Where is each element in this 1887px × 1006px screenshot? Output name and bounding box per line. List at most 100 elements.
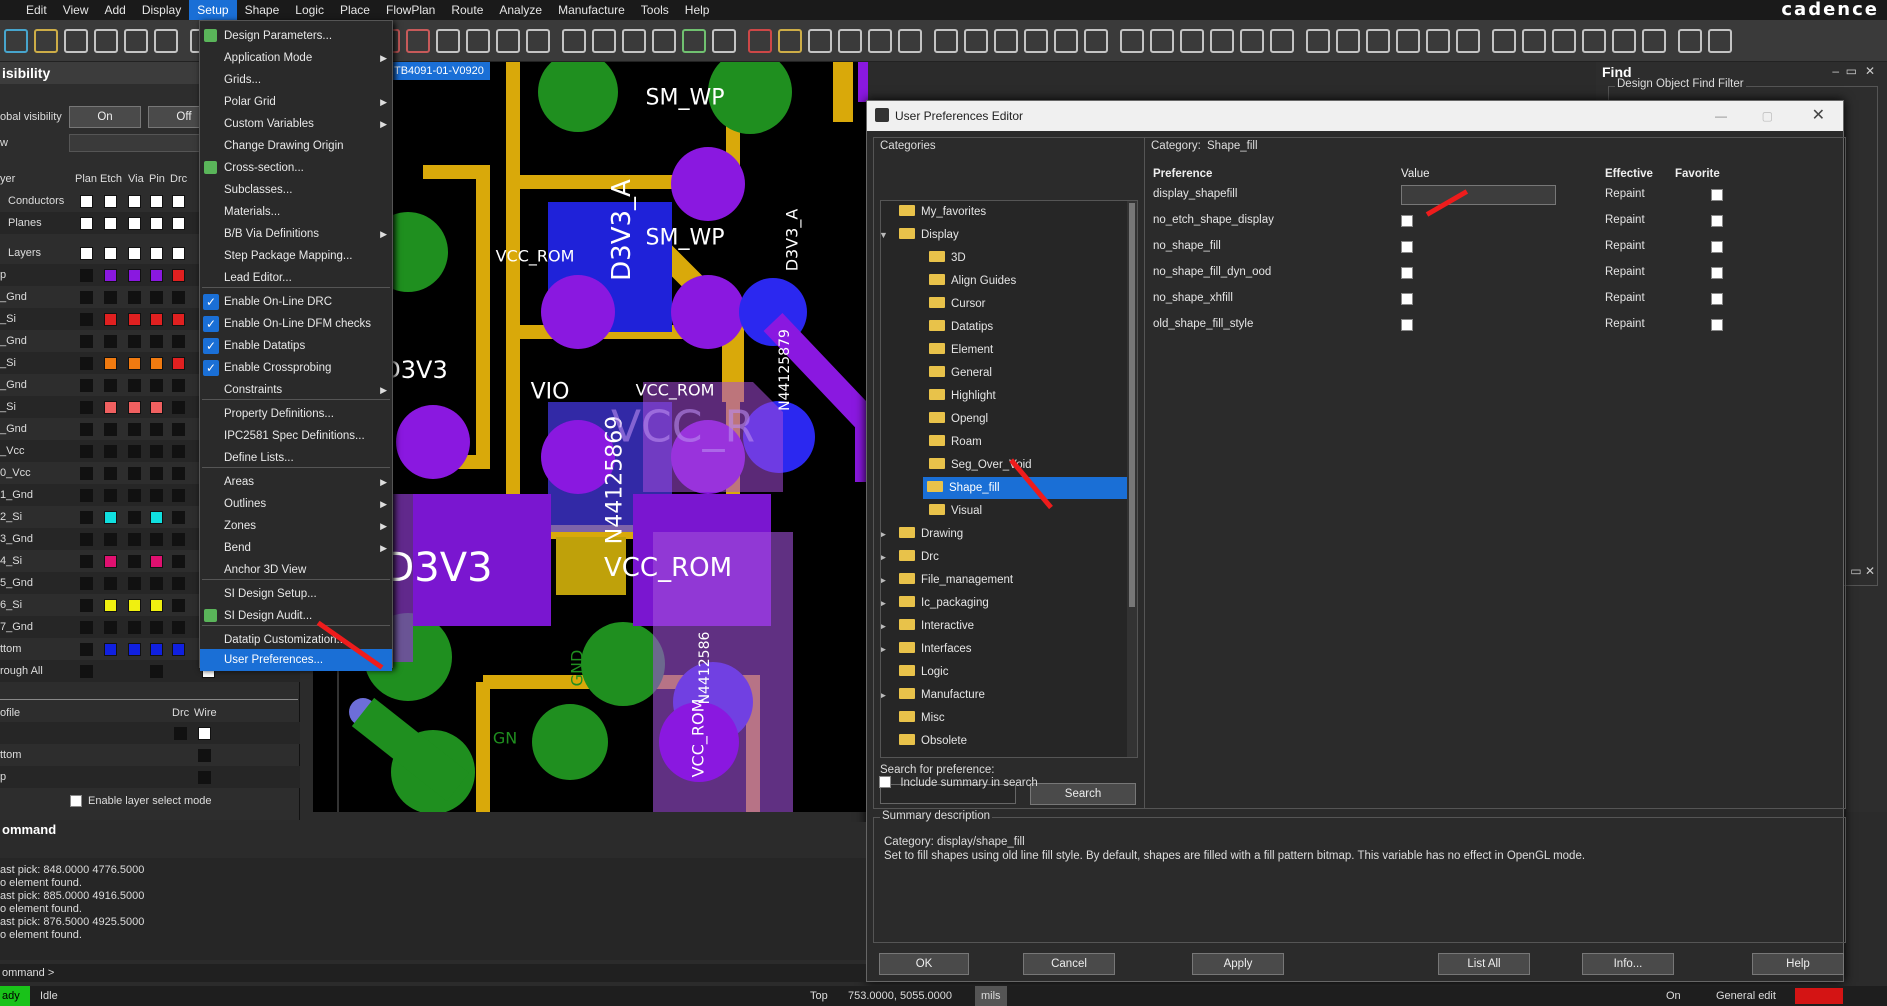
menu-analyze[interactable]: Analyze (491, 0, 550, 20)
setup-menu-item[interactable]: Datatip Customization... (200, 629, 392, 651)
toolbar-tool-icon[interactable] (964, 29, 988, 53)
layer-color-swatch[interactable] (172, 445, 185, 458)
layer-color-swatch[interactable] (150, 555, 163, 568)
layer-color-swatch[interactable] (104, 269, 117, 282)
preference-favorite-checkbox[interactable] (1711, 319, 1723, 331)
toolbar-tool-icon[interactable] (1678, 29, 1702, 53)
setup-menu-item[interactable]: Enable On-Line DRC ✓ (200, 291, 392, 313)
setup-menu-item[interactable]: IPC2581 Spec Definitions... (200, 425, 392, 447)
layer-color-swatch[interactable] (172, 217, 185, 230)
tree-scrollbar-thumb[interactable] (1129, 203, 1135, 607)
preference-value-checkbox[interactable] (1401, 267, 1413, 279)
menu-place[interactable]: Place (332, 0, 378, 20)
layer-color-swatch[interactable] (104, 599, 117, 612)
tree-node[interactable]: Highlight (925, 385, 1125, 407)
expand-arrow-icon[interactable]: ▶ (881, 684, 886, 706)
tree-scrollbar[interactable] (1127, 201, 1137, 757)
layer-color-swatch[interactable] (128, 511, 141, 524)
maximize-icon[interactable]: ▢ (1762, 101, 1773, 131)
layer-color-swatch[interactable] (104, 511, 117, 524)
toolbar-tool-icon[interactable] (562, 29, 586, 53)
menu-display[interactable]: Display (134, 0, 189, 20)
layer-color-swatch[interactable] (150, 511, 163, 524)
layer-color-swatch[interactable] (150, 533, 163, 546)
preference-value-checkbox[interactable] (1401, 293, 1413, 305)
toolbar-tool-icon[interactable] (1240, 29, 1264, 53)
menu-route[interactable]: Route (443, 0, 491, 20)
layer-color-swatch[interactable] (172, 335, 185, 348)
layer-color-swatch[interactable] (150, 423, 163, 436)
setup-menu-item[interactable]: Enable Crossprobing ✓ (200, 357, 392, 379)
layer-color-swatch[interactable] (128, 313, 141, 326)
toolbar-tool-icon[interactable] (466, 29, 490, 53)
layer-color-swatch[interactable] (172, 247, 185, 260)
toolbar-tool-icon[interactable] (1150, 29, 1174, 53)
include-summary-checkbox[interactable] (879, 776, 891, 788)
layer-color-swatch[interactable] (150, 467, 163, 480)
layer-color-swatch[interactable] (80, 313, 93, 326)
toolbar-tool-icon[interactable] (94, 29, 118, 53)
tree-node[interactable]: Misc (895, 707, 1125, 729)
layer-color-swatch[interactable] (80, 665, 93, 678)
layer-color-swatch[interactable] (128, 621, 141, 634)
ok-button[interactable]: OK (879, 953, 969, 975)
layer-color-swatch[interactable] (150, 643, 163, 656)
layer-color-swatch[interactable] (172, 357, 185, 370)
layer-color-swatch[interactable] (172, 467, 185, 480)
tree-node[interactable]: Cursor (925, 293, 1125, 315)
setup-menu-item[interactable]: Design Parameters... (200, 25, 392, 47)
menu-edit[interactable]: Edit (18, 0, 55, 20)
info-button[interactable]: Info... (1582, 953, 1674, 975)
layer-color-swatch[interactable] (172, 599, 185, 612)
layer-color-swatch[interactable] (80, 621, 93, 634)
tree-node[interactable]: ▶ Interactive (881, 615, 1125, 637)
layer-color-swatch[interactable] (172, 621, 185, 634)
toolbar-tool-icon[interactable] (1270, 29, 1294, 53)
layer-color-swatch[interactable] (104, 313, 117, 326)
tree-node[interactable]: ▶ Drawing (881, 523, 1125, 545)
layer-color-swatch[interactable] (172, 379, 185, 392)
expand-arrow-icon[interactable]: ▶ (881, 546, 886, 568)
toolbar-tool-icon[interactable] (1210, 29, 1234, 53)
tree-node[interactable]: ▶ Manufacture (881, 684, 1125, 706)
preference-value-checkbox[interactable] (1401, 215, 1413, 227)
setup-menu-item[interactable]: Change Drawing Origin (200, 135, 392, 157)
layer-color-swatch[interactable] (128, 291, 141, 304)
layer-color-swatch[interactable] (104, 467, 117, 480)
layer-color-swatch[interactable] (150, 217, 163, 230)
expand-arrow-icon[interactable]: ▶ (881, 592, 886, 614)
tree-node[interactable]: Obsolete (895, 730, 1125, 752)
toolbar-tool-icon[interactable] (4, 29, 28, 53)
toolbar-tool-icon[interactable] (1366, 29, 1390, 53)
find-float-icon[interactable]: ▭ (1846, 64, 1857, 78)
preference-favorite-checkbox[interactable] (1711, 267, 1723, 279)
toolbar-tool-icon[interactable] (34, 29, 58, 53)
toolbar-tool-icon[interactable] (1180, 29, 1204, 53)
layer-color-swatch[interactable] (128, 357, 141, 370)
layer-color-swatch[interactable] (80, 577, 93, 590)
layer-color-swatch[interactable] (104, 445, 117, 458)
layer-color-swatch[interactable] (80, 643, 93, 656)
layer-color-swatch[interactable] (104, 291, 117, 304)
setup-menu-item[interactable]: Constraints ▶ (200, 379, 392, 401)
layer-color-swatch[interactable] (172, 489, 185, 502)
find-close-icon[interactable]: ✕ (1865, 64, 1875, 78)
layer-color-swatch[interactable] (104, 401, 117, 414)
toolbar-tool-icon[interactable] (1582, 29, 1606, 53)
toolbar-tool-icon[interactable] (436, 29, 460, 53)
tree-node[interactable]: ▼ Display (881, 224, 1125, 246)
layer-color-swatch[interactable] (80, 599, 93, 612)
layer-color-swatch[interactable] (172, 195, 185, 208)
toolbar-tool-icon[interactable] (682, 29, 706, 53)
layer-color-swatch[interactable] (128, 555, 141, 568)
layer-color-swatch[interactable] (80, 423, 93, 436)
layer-color-swatch[interactable] (150, 269, 163, 282)
tree-node[interactable]: Align Guides (925, 270, 1125, 292)
category-tree[interactable]: My_favorites ▼ Display 3D Align Guides Cursor… (880, 200, 1138, 758)
toolbar-tool-icon[interactable] (154, 29, 178, 53)
setup-menu-item[interactable]: Polar Grid ▶ (200, 91, 392, 113)
layer-color-swatch[interactable] (104, 217, 117, 230)
toolbar-tool-icon[interactable] (1642, 29, 1666, 53)
menu-logic[interactable]: Logic (287, 0, 332, 20)
layer-color-swatch[interactable] (104, 335, 117, 348)
